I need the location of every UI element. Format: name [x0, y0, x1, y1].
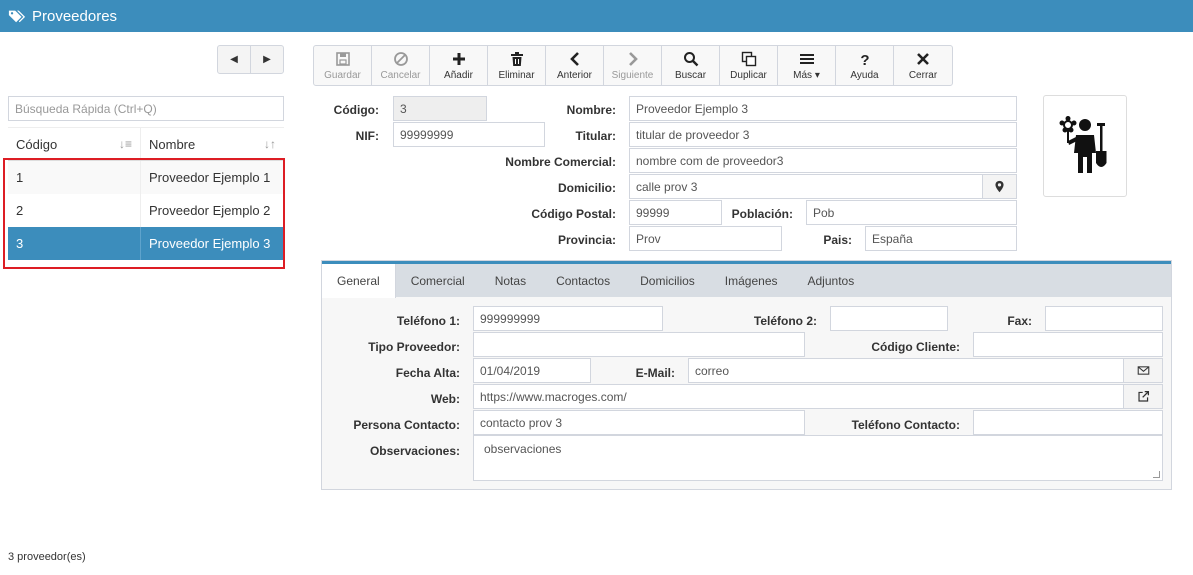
next-record-button[interactable]: ▶	[250, 46, 283, 73]
help-button[interactable]: ? Ayuda	[836, 46, 894, 85]
map-marker-icon	[995, 180, 1004, 193]
titular-field[interactable]: titular de proveedor 3	[629, 122, 1017, 147]
tags-icon	[8, 10, 26, 23]
more-button[interactable]: Más ▾	[778, 46, 836, 85]
pais-field[interactable]: España	[865, 226, 1017, 251]
save-icon	[335, 51, 350, 66]
prev-record-button[interactable]: ◀	[218, 46, 250, 73]
web-field[interactable]: https://www.macroges.com/	[473, 384, 1124, 409]
nombre-comercial-field[interactable]: nombre com de proveedor3	[629, 148, 1017, 173]
plus-icon	[452, 52, 465, 65]
tab-notas[interactable]: Notas	[480, 264, 541, 297]
search-button[interactable]: Buscar	[662, 46, 720, 85]
previous-button[interactable]: Anterior	[546, 46, 604, 85]
codigo-postal-field[interactable]: 99999	[629, 200, 722, 225]
record-count: 3 proveedor(es)	[8, 551, 86, 563]
sort-icon: ↓↑	[264, 137, 276, 151]
external-link-icon	[1137, 390, 1149, 402]
telefono1-field[interactable]: 999999999	[473, 306, 663, 331]
email-label: E-Mail:	[635, 366, 675, 380]
add-button[interactable]: Añadir	[430, 46, 488, 85]
open-web-button[interactable]	[1123, 384, 1163, 409]
window-titlebar: Proveedores	[0, 0, 1193, 32]
caret-right-icon: ▶	[263, 54, 271, 65]
domicilio-label: Domicilio:	[557, 181, 616, 195]
tab-domicilios[interactable]: Domicilios	[625, 264, 710, 297]
tipo-proveedor-label: Tipo Proveedor:	[368, 340, 460, 354]
tipo-proveedor-field[interactable]	[473, 332, 805, 357]
close-icon	[917, 52, 929, 65]
column-header-codigo[interactable]: Código ↓≡	[8, 128, 141, 160]
tab-adjuntos[interactable]: Adjuntos	[793, 264, 870, 297]
telefono2-field[interactable]	[830, 306, 948, 331]
tab-imagenes[interactable]: Imágenes	[710, 264, 793, 297]
telefono-contacto-label: Teléfono Contacto:	[851, 418, 960, 432]
quick-search-input[interactable]	[8, 96, 284, 121]
domicilio-field[interactable]: calle prov 3	[629, 174, 983, 199]
poblacion-field[interactable]: Pob	[806, 200, 1017, 225]
toolbar: Guardar Cancelar Añadir Eliminar Anterio…	[313, 45, 953, 86]
tab-general[interactable]: General	[322, 264, 396, 298]
record-navigation: ◀ ▶	[217, 45, 284, 74]
telefono1-label: Teléfono 1:	[396, 314, 460, 328]
gardener-icon	[1059, 116, 1107, 173]
nombre-label: Nombre:	[566, 103, 616, 117]
codigo-postal-label: Código Postal:	[531, 207, 616, 221]
telefono2-label: Teléfono 2:	[753, 314, 817, 328]
resize-handle[interactable]	[1153, 471, 1160, 478]
persona-contacto-field[interactable]: contacto prov 3	[473, 410, 805, 435]
persona-contacto-label: Persona Contacto:	[353, 418, 460, 432]
next-button[interactable]: Siguiente	[604, 46, 662, 85]
highlight-box	[3, 158, 285, 269]
titular-label: Titular:	[575, 129, 616, 143]
window-title: Proveedores	[32, 7, 118, 25]
copy-icon	[741, 51, 756, 66]
map-marker-button[interactable]	[982, 174, 1017, 199]
trash-icon	[510, 51, 523, 66]
email-field[interactable]: correo	[688, 358, 1124, 383]
codigo-field[interactable]: 3	[393, 96, 487, 121]
chevron-left-icon	[569, 51, 579, 66]
sort-asc-icon: ↓≡	[118, 137, 132, 151]
telefono-contacto-field[interactable]	[973, 410, 1163, 435]
fax-field[interactable]	[1045, 306, 1163, 331]
ban-icon	[393, 51, 408, 66]
svg-text:?: ?	[860, 52, 869, 67]
provincia-field[interactable]: Prov	[629, 226, 782, 251]
caret-left-icon: ◀	[230, 54, 238, 65]
codigo-cliente-label: Código Cliente:	[871, 340, 960, 354]
caret-down-icon: ▾	[814, 69, 820, 81]
nombre-comercial-label: Nombre Comercial:	[505, 155, 616, 169]
question-icon: ?	[860, 52, 869, 67]
observaciones-textarea[interactable]: observaciones	[473, 435, 1163, 481]
column-header-nombre[interactable]: Nombre ↓↑	[141, 128, 284, 160]
observaciones-label: Observaciones:	[369, 444, 460, 458]
cancel-button[interactable]: Cancelar	[372, 46, 430, 85]
grid-header: Código ↓≡ Nombre ↓↑	[8, 127, 284, 161]
fecha-alta-field[interactable]: 01/04/2019	[473, 358, 591, 383]
codigo-cliente-field[interactable]	[973, 332, 1163, 357]
save-button[interactable]: Guardar	[314, 46, 372, 85]
delete-button[interactable]: Eliminar	[488, 46, 546, 85]
poblacion-label: Población:	[731, 207, 793, 221]
provincia-label: Provincia:	[557, 233, 616, 247]
nombre-field[interactable]: Proveedor Ejemplo 3	[629, 96, 1017, 121]
codigo-label: Código:	[333, 103, 379, 117]
nif-label: NIF:	[355, 129, 379, 143]
close-button[interactable]: Cerrar	[894, 46, 952, 85]
fax-label: Fax:	[1007, 314, 1032, 328]
tab-comercial[interactable]: Comercial	[396, 264, 480, 297]
search-icon	[683, 51, 698, 66]
supplier-image[interactable]	[1043, 95, 1127, 197]
web-label: Web:	[430, 392, 460, 406]
chevron-right-icon	[628, 51, 638, 66]
tab-bar: General Comercial Notas Contactos Domici…	[322, 261, 1171, 298]
fecha-alta-label: Fecha Alta:	[395, 366, 460, 380]
envelope-icon	[1137, 366, 1149, 375]
bars-icon	[799, 53, 814, 64]
send-email-button[interactable]	[1123, 358, 1163, 383]
pais-label: Pais:	[823, 233, 852, 247]
duplicate-button[interactable]: Duplicar	[720, 46, 778, 85]
tab-contactos[interactable]: Contactos	[541, 264, 625, 297]
